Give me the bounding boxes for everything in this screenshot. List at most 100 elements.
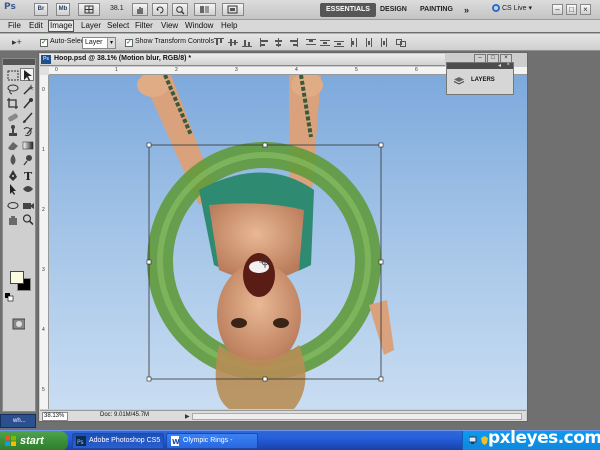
workspace-painting[interactable]: PAINTING (414, 3, 459, 17)
tool-preset-picker[interactable]: ▸+ (12, 37, 22, 48)
transform-handle[interactable] (378, 376, 384, 382)
transform-handle[interactable] (146, 259, 152, 265)
distribute-top-edges-icon[interactable] (306, 38, 316, 47)
align-bottom-edges-icon[interactable] (242, 38, 252, 47)
menu-filter[interactable]: Filter (134, 20, 154, 32)
distribute-vertical-centers-icon[interactable] (320, 38, 330, 47)
transform-handle[interactable] (262, 376, 268, 382)
path-selection-tool[interactable] (6, 183, 20, 196)
eyedropper-tool[interactable] (21, 97, 35, 110)
bridge-button[interactable]: Br (34, 3, 48, 16)
healing-brush-tool[interactable] (6, 111, 20, 124)
menu-layer[interactable]: Layer (80, 20, 102, 32)
menu-window[interactable]: Window (184, 20, 214, 32)
align-horizontal-centers-icon[interactable] (274, 38, 284, 47)
hand-tool-button[interactable] (132, 3, 148, 16)
transform-handle[interactable] (146, 376, 152, 382)
close-button[interactable]: × (580, 4, 591, 15)
zoom-level-display[interactable]: 38.1 (110, 5, 124, 12)
transform-handle[interactable] (146, 142, 152, 148)
dodge-tool[interactable] (21, 153, 35, 166)
menu-help[interactable]: Help (220, 20, 238, 32)
ruler-origin[interactable] (40, 67, 49, 75)
menu-select[interactable]: Select (106, 20, 130, 32)
ruler-v-label: 3 (42, 267, 45, 273)
minimized-window-item[interactable]: wh... (0, 414, 36, 428)
taskbar-item-word[interactable]: W Olympic Rings - Micros... (166, 433, 258, 449)
align-top-edges-icon[interactable] (214, 38, 224, 47)
screen-mode-button[interactable] (222, 3, 244, 16)
magnifier-icon (22, 214, 34, 226)
triangle-right-icon[interactable]: ▶ (185, 413, 190, 420)
mini-bridge-button[interactable]: Mb (56, 3, 70, 16)
transform-handle[interactable] (378, 259, 384, 265)
zoom-tool[interactable] (21, 213, 35, 226)
default-colors-button[interactable] (5, 293, 14, 302)
layers-panel-label[interactable]: LAYERS (471, 77, 495, 83)
crop-tool[interactable] (6, 97, 20, 110)
workspace-essentials[interactable]: ESSENTIALS (320, 3, 376, 17)
document-window: Ps Hoop.psd @ 38.1% (Motion blur, RGB/8)… (38, 52, 528, 422)
collapse-icon[interactable]: ◂ (498, 62, 501, 69)
magic-wand-tool[interactable] (21, 83, 35, 96)
cs-live-button[interactable]: CS Live ▾ (492, 4, 532, 13)
svg-text:Ps: Ps (77, 439, 84, 446)
auto-select-dropdown[interactable]: Layer ▾ (82, 37, 116, 49)
blur-tool[interactable] (6, 153, 20, 166)
svg-text:W: W (172, 438, 180, 446)
distribute-bottom-edges-icon[interactable] (334, 38, 344, 47)
show-transform-controls-checkbox[interactable]: ✓ (125, 39, 133, 47)
distribute-left-edges-icon[interactable] (350, 38, 360, 47)
distribute-right-edges-icon[interactable] (378, 38, 388, 47)
maximize-button[interactable]: □ (566, 4, 577, 15)
workspace-design[interactable]: DESIGN (374, 3, 413, 17)
tools-panel-header[interactable] (3, 59, 35, 65)
transform-handle[interactable] (262, 142, 268, 148)
brush-tool[interactable] (21, 111, 35, 124)
pen-tool[interactable] (6, 169, 20, 182)
menu-file[interactable]: File (7, 20, 22, 32)
3d-camera-tool[interactable] (21, 199, 35, 212)
layers-panel-header[interactable]: ◂ × (447, 62, 513, 69)
document-size-info[interactable]: Doc: 9.01M/45.7M (100, 412, 149, 418)
eraser-tool[interactable] (6, 139, 20, 152)
view-extras-button[interactable] (78, 3, 100, 16)
clone-stamp-tool[interactable] (6, 125, 20, 138)
zoom-tool-button[interactable] (172, 3, 188, 16)
start-button[interactable]: start (0, 431, 68, 450)
horizontal-scrollbar[interactable] (192, 413, 522, 420)
shape-tool[interactable] (21, 183, 35, 196)
history-brush-tool[interactable] (21, 125, 35, 138)
type-tool[interactable]: T (21, 169, 35, 183)
3d-rotate-tool[interactable] (6, 199, 20, 212)
rotate-view-button[interactable] (152, 3, 168, 16)
auto-select-checkbox[interactable]: ✓ (40, 39, 48, 47)
network-icon[interactable] (469, 436, 478, 445)
minimize-button[interactable]: – (552, 4, 563, 15)
align-right-edges-icon[interactable] (288, 38, 298, 47)
more-workspaces-button[interactable]: » (458, 3, 475, 17)
distribute-horizontal-centers-icon[interactable] (364, 38, 374, 47)
hand-tool[interactable] (6, 213, 20, 226)
document-tab[interactable]: Ps Hoop.psd @ 38.1% (Motion blur, RGB/8)… (40, 54, 445, 66)
gradient-tool[interactable] (21, 139, 35, 152)
arrange-documents-button[interactable] (194, 3, 216, 16)
align-left-edges-icon[interactable] (260, 38, 270, 47)
align-vertical-centers-icon[interactable] (228, 38, 238, 47)
lasso-tool[interactable] (6, 83, 20, 96)
move-tool[interactable] (20, 68, 34, 81)
close-icon[interactable]: × (506, 62, 510, 68)
taskbar-item-photoshop[interactable]: Ps Adobe Photoshop CS5 (72, 433, 164, 449)
menu-image[interactable]: Image (48, 20, 75, 32)
menu-view[interactable]: View (160, 20, 179, 32)
document-canvas[interactable] (49, 75, 527, 409)
transform-handle[interactable] (378, 142, 384, 148)
marquee-tool[interactable] (6, 69, 20, 82)
zoom-field[interactable]: 38.13% (42, 412, 68, 421)
quick-mask-button[interactable] (11, 317, 27, 331)
auto-align-layers-icon[interactable] (396, 38, 406, 47)
foreground-color-swatch[interactable] (10, 271, 24, 284)
layers-icon[interactable] (453, 76, 465, 86)
menu-edit[interactable]: Edit (28, 20, 44, 32)
vertical-ruler[interactable]: 0 1 2 3 4 5 (40, 75, 49, 409)
